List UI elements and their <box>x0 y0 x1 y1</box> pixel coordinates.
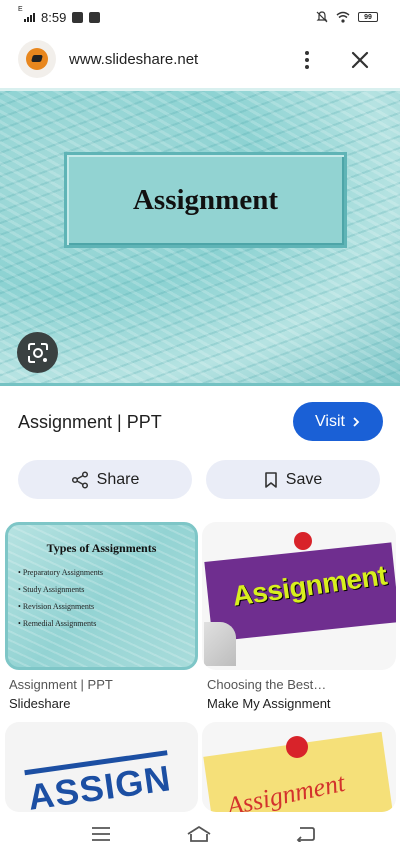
paper-curl <box>204 622 236 666</box>
url-bar: www.slideshare.net <box>0 40 400 80</box>
related-image-3[interactable]: ASSIGN <box>5 722 198 812</box>
mute-icon <box>316 11 328 23</box>
slideshare-icon <box>18 40 56 78</box>
related-slide-title: Types of Assignments <box>46 541 157 555</box>
related-image-4[interactable]: Assignment <box>202 722 396 812</box>
share-button[interactable]: Share <box>18 460 192 499</box>
wifi-icon <box>336 11 350 23</box>
battery-level: 99 <box>364 13 372 21</box>
related-caption-1[interactable]: Assignment | PPT <box>9 677 113 692</box>
network-type-label: E <box>18 6 23 13</box>
list-item: Revision Assignments <box>18 602 103 619</box>
chevron-right-icon <box>353 416 360 427</box>
close-icon[interactable] <box>348 48 372 72</box>
bookmark-icon <box>264 471 277 488</box>
hero-slide-title: Assignment <box>132 183 278 216</box>
youtube-notification-icon <box>72 11 84 23</box>
menu-button[interactable] <box>88 822 114 846</box>
related-image-1[interactable]: Types of Assignments Preparatory Assignm… <box>5 522 198 670</box>
hero-image[interactable]: Assignment <box>0 88 400 386</box>
clock: 8:59 <box>41 9 67 25</box>
share-label: Share <box>96 470 140 488</box>
battery-icon: 99 <box>358 12 378 22</box>
status-bar: E 8:59 99 <box>0 0 400 34</box>
list-item: Study Assignments <box>18 585 103 602</box>
home-icon <box>187 826 211 842</box>
related-site-1[interactable]: Slideshare <box>9 696 70 711</box>
result-title-row: Assignment | PPT Visit <box>0 398 400 444</box>
action-row: Share Save <box>0 460 400 499</box>
pushpin-icon <box>286 736 308 758</box>
related-image-text-3: ASSIGN <box>24 750 174 812</box>
result-title: Assignment | PPT <box>18 412 162 432</box>
list-item: Preparatory Assignments <box>18 568 103 585</box>
status-right: 99 <box>316 11 378 23</box>
back-icon <box>296 827 315 842</box>
related-image-2[interactable]: Assignment <box>202 522 396 670</box>
save-label: Save <box>285 470 323 488</box>
visit-button[interactable]: Visit <box>293 402 383 441</box>
list-item: Remedial Assignments <box>18 619 103 636</box>
pushpin-icon <box>294 532 312 550</box>
notification-icon <box>89 11 101 23</box>
visit-label: Visit <box>315 412 345 430</box>
signal-icon: E <box>18 6 35 22</box>
back-button[interactable] <box>292 822 318 846</box>
lens-search-button[interactable] <box>17 332 58 373</box>
menu-icon <box>92 827 110 841</box>
save-button[interactable]: Save <box>206 460 380 499</box>
url-text[interactable]: www.slideshare.net <box>69 51 198 68</box>
related-site-2[interactable]: Make My Assignment <box>207 696 331 711</box>
hero-title-box: Assignment <box>64 152 347 248</box>
related-slide-list: Preparatory Assignments Study Assignment… <box>18 568 103 636</box>
lens-icon <box>27 342 48 363</box>
home-button[interactable] <box>186 822 212 846</box>
status-left: E 8:59 <box>18 6 101 25</box>
related-caption-2[interactable]: Choosing the Best… <box>207 677 326 692</box>
more-options-icon[interactable] <box>297 48 317 72</box>
share-icon <box>71 470 88 489</box>
system-nav-bar <box>0 812 400 857</box>
